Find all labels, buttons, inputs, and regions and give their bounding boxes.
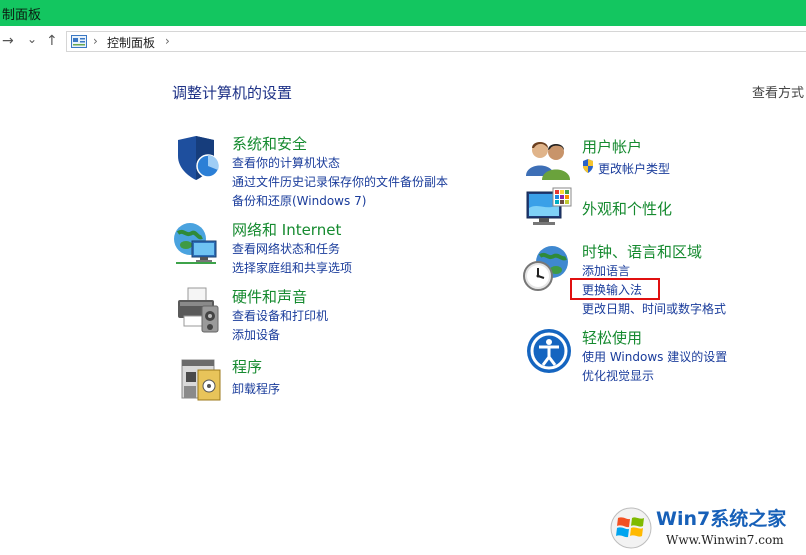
link-change-date-time-number-format[interactable]: 更改日期、时间或数字格式 [582, 300, 726, 317]
category-system-security[interactable]: 系统和安全 [232, 133, 307, 154]
users-icon [526, 142, 570, 180]
title-bar: 制面板 [0, 0, 806, 26]
category-programs[interactable]: 程序 [232, 356, 262, 377]
address-bar: → ⌄ ↑ › 控制面板 › [0, 26, 806, 56]
printer-icon [178, 287, 219, 333]
category-ease-of-access[interactable]: 轻松使用 [582, 327, 642, 348]
link-backup-restore-win7[interactable]: 备份和还原(Windows 7) [232, 192, 366, 209]
breadcrumb-separator-icon[interactable]: › [165, 34, 170, 48]
window-title: 制面板 [2, 8, 42, 23]
clock-globe-icon [523, 246, 568, 291]
category-hardware-sound[interactable]: 硬件和声音 [232, 286, 307, 307]
link-change-account-type[interactable]: 更改帐户类型 [598, 160, 670, 177]
address-field[interactable]: › 控制面板 › [66, 31, 806, 52]
link-uninstall-program[interactable]: 卸载程序 [232, 380, 280, 397]
ease-of-access-icon [527, 329, 571, 373]
watermark-brand: Win7系统之家 [656, 508, 787, 530]
network-globe-icon [174, 223, 217, 264]
link-file-history-backup[interactable]: 通过文件历史记录保存你的文件备份副本 [232, 173, 448, 190]
watermark: Win7系统之家 Www.Winwin7.com [606, 502, 806, 555]
link-view-devices-printers[interactable]: 查看设备和打印机 [232, 307, 328, 324]
monitor-palette-icon [526, 187, 572, 225]
category-network-internet[interactable]: 网络和 Internet [232, 219, 341, 240]
recent-locations-chevron-icon[interactable]: ⌄ [27, 32, 37, 46]
category-appearance-personalization[interactable]: 外观和个性化 [582, 198, 672, 219]
category-clock-language-region[interactable]: 时钟、语言和区域 [582, 241, 702, 262]
link-optimize-visual-display[interactable]: 优化视觉显示 [582, 367, 654, 384]
link-homegroup-sharing[interactable]: 选择家庭组和共享选项 [232, 259, 352, 276]
link-add-language[interactable]: 添加语言 [582, 262, 630, 279]
link-view-network-status[interactable]: 查看网络状态和任务 [232, 240, 340, 257]
page-title: 调整计算机的设置 [172, 84, 293, 102]
category-user-accounts[interactable]: 用户帐户 [582, 136, 642, 157]
link-windows-recommended-settings[interactable]: 使用 Windows 建议的设置 [582, 348, 727, 365]
up-arrow-icon[interactable]: ↑ [46, 33, 58, 49]
shield-icon [178, 136, 220, 180]
breadcrumb-control-panel[interactable]: 控制面板 [107, 34, 155, 51]
breadcrumb-separator-icon[interactable]: › [93, 34, 98, 48]
forward-arrow-icon[interactable]: → [2, 33, 14, 49]
view-by-label: 查看方式 [752, 86, 805, 101]
watermark-url: Www.Winwin7.com [666, 533, 784, 547]
windows-logo-icon [610, 507, 652, 549]
uac-shield-icon [583, 159, 593, 173]
highlight-box [570, 278, 660, 300]
control-panel-icon [71, 35, 87, 48]
link-add-device[interactable]: 添加设备 [232, 326, 280, 343]
programs-icon [181, 359, 221, 401]
link-view-computer-status[interactable]: 查看你的计算机状态 [232, 154, 340, 171]
